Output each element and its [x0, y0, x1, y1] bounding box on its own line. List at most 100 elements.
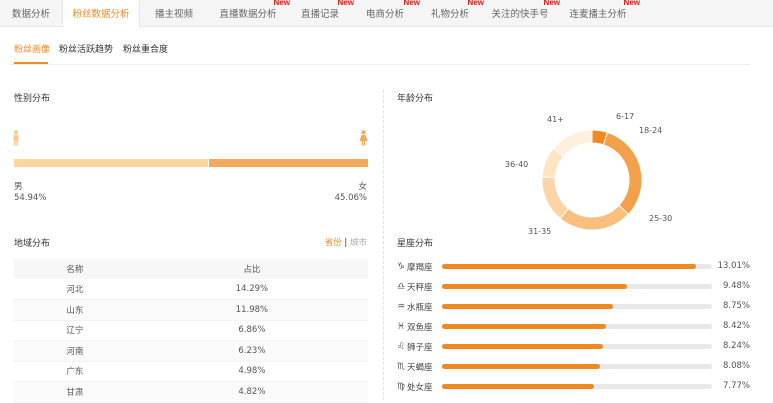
- zodiac-pct: 8.08%: [722, 361, 750, 371]
- region-name: 山东: [14, 299, 136, 321]
- region-share: 6.23%: [135, 340, 368, 362]
- subtab-fan-profile[interactable]: 粉丝画像: [14, 42, 50, 55]
- tab-co-host-analysis[interactable]: 连麦播主分析 New: [558, 0, 640, 27]
- tab-label: 直播数据分析: [219, 9, 277, 20]
- age-label-36-40: 36-40: [505, 160, 529, 169]
- column-divider: [383, 90, 384, 400]
- zodiac-bar-fill: [442, 284, 627, 289]
- zodiac-bar-track: [442, 304, 712, 309]
- scorpio-icon: ♏: [397, 362, 406, 372]
- table-row: 河南 6.23%: [14, 340, 368, 362]
- region-name: 河南: [14, 340, 136, 362]
- zodiac-name: 摩羯座: [407, 263, 433, 273]
- tab-live-records[interactable]: 直播记录 New: [288, 0, 354, 27]
- region-share: 14.29%: [135, 279, 368, 300]
- region-share: 4.82%: [135, 381, 368, 403]
- region-name: 辽宁: [14, 320, 136, 341]
- region-title: 地域分布: [14, 239, 51, 249]
- divider: [10, 64, 750, 65]
- age-donut-chart: [541, 129, 643, 231]
- age-label-6-17: 6-17: [616, 112, 635, 121]
- tab-label: 电商分析: [365, 9, 404, 20]
- region-share: 6.86%: [135, 320, 368, 341]
- capricorn-icon: ♑: [397, 262, 406, 272]
- tab-label: 数据分析: [11, 9, 50, 20]
- zodiac-row: ♎ 天秤座 9.48%: [397, 279, 757, 299]
- zodiac-pct: 13.01%: [717, 261, 750, 271]
- region-name: 广东: [14, 361, 136, 382]
- table-row: 广东 4.98%: [14, 361, 368, 382]
- age-label-41plus: 41+: [547, 115, 564, 124]
- header-share: 占比: [135, 259, 368, 279]
- tab-fan-analysis[interactable]: 粉丝数据分析: [62, 0, 140, 28]
- zodiac-bar-fill: [442, 384, 594, 389]
- aquarius-icon: ♒: [397, 302, 406, 312]
- zodiac-pct: 8.42%: [722, 321, 750, 331]
- zodiac-row: ♒ 水瓶座 8.75%: [397, 299, 757, 319]
- zodiac-row: ♍ 处女座 7.77%: [397, 379, 757, 399]
- tab-label: 连麦播主分析: [569, 9, 627, 20]
- zodiac-name: 处女座: [407, 383, 433, 393]
- male-icon: [13, 130, 19, 146]
- zodiac-bar-fill: [442, 264, 696, 269]
- zodiac-pct: 8.75%: [722, 301, 750, 311]
- gender-bar: [14, 159, 368, 167]
- top-nav: 数据分析 粉丝数据分析 播主视频 直播数据分析 New 直播记录 New 电商分…: [0, 0, 773, 28]
- region-share: 4.98%: [135, 361, 368, 382]
- zodiac-name: 狮子座: [407, 343, 433, 353]
- tab-label: 关注的快手号: [491, 9, 549, 20]
- zodiac-bar-track: [442, 284, 712, 289]
- table-row: 辽宁 6.86%: [14, 320, 368, 341]
- toggle-separator: |: [344, 238, 348, 248]
- tab-label: 直播记录: [300, 9, 339, 20]
- tab-data-analysis[interactable]: 数据分析: [0, 0, 62, 27]
- donut-slice-25-30: [559, 204, 630, 231]
- tab-label: 粉丝数据分析: [72, 9, 130, 20]
- zodiac-row: ♓ 双鱼座 8.42%: [397, 319, 757, 339]
- female-icon: [359, 130, 368, 146]
- zodiac-pct: 7.77%: [722, 381, 750, 391]
- zodiac-bar-fill: [442, 364, 600, 369]
- gender-bar-female: [208, 159, 368, 167]
- zodiac-name: 水瓶座: [407, 303, 433, 313]
- virgo-icon: ♍: [397, 382, 406, 392]
- pisces-icon: ♓: [397, 322, 406, 332]
- donut-slice-31-35: [541, 176, 570, 220]
- zodiac-bar-fill: [442, 344, 603, 349]
- zodiac-bar-track: [442, 344, 712, 349]
- tab-label: 礼物分析: [430, 9, 469, 20]
- toggle-province[interactable]: 省份: [325, 238, 342, 248]
- libra-icon: ♎: [397, 282, 406, 292]
- female-pct: 45.06%: [334, 193, 367, 203]
- female-label: 女: [358, 182, 367, 192]
- gender-bar-male: [14, 159, 209, 167]
- zodiac-row: ♌ 狮子座 8.24%: [397, 339, 757, 359]
- zodiac-pct: 9.48%: [722, 281, 750, 291]
- donut-slice-41+: [552, 129, 593, 158]
- subtab-fan-overlap[interactable]: 粉丝重合度: [123, 42, 168, 55]
- leo-icon: ♌: [397, 342, 406, 352]
- zodiac-bar-fill: [442, 304, 613, 309]
- new-badge: New: [623, 0, 640, 7]
- region-share: 11.98%: [135, 299, 368, 321]
- header-name: 名称: [14, 259, 136, 279]
- tab-host-videos[interactable]: 播主视频: [140, 0, 208, 27]
- tab-gifts[interactable]: 礼物分析 New: [418, 0, 484, 27]
- tab-followed-accounts[interactable]: 关注的快手号 New: [482, 0, 560, 27]
- tab-label: 播主视频: [154, 9, 193, 20]
- region-table: 名称 占比 河北 14.29% 山东 11.98% 辽宁 6.86% 河南 6.23% …: [14, 259, 368, 403]
- tab-ecommerce[interactable]: 电商分析 New: [352, 0, 420, 27]
- age-label-18-24: 18-24: [639, 126, 663, 135]
- zodiac-name: 天蝎座: [407, 363, 433, 373]
- region-name: 河北: [14, 279, 136, 300]
- zodiac-row: ♏ 天蝎座 8.08%: [397, 359, 757, 379]
- donut-slice-18-24: [602, 131, 643, 215]
- region-name: 甘肃: [14, 381, 136, 403]
- region-toggle: 省份 | 城市: [325, 236, 367, 248]
- table-header: 名称 占比: [14, 259, 368, 279]
- subtab-fan-activity[interactable]: 粉丝活跃趋势: [59, 42, 113, 55]
- tab-live-analysis[interactable]: 直播数据分析 New: [208, 0, 290, 27]
- male-label: 男: [14, 182, 23, 192]
- age-label-25-30: 25-30: [649, 214, 673, 223]
- toggle-city[interactable]: 城市: [350, 238, 367, 248]
